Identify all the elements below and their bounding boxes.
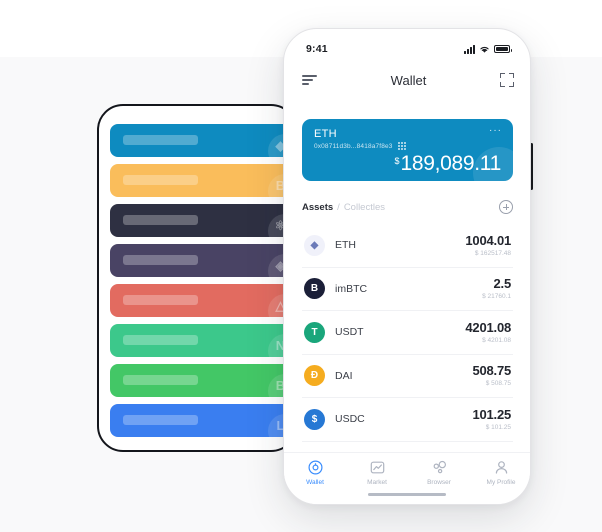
usdc-icon: $ bbox=[304, 408, 325, 430]
stack-card[interactable]: B bbox=[110, 364, 295, 397]
status-time: 9:41 bbox=[306, 43, 328, 55]
asset-fiat-value: $ 4201.08 bbox=[482, 336, 511, 344]
stack-card-placeholder-bar bbox=[123, 335, 198, 345]
balance-row: $ 189,089.11 bbox=[394, 153, 501, 174]
qr-code-icon[interactable] bbox=[397, 142, 406, 150]
card-address: 0x08711d3b...8418a7f8e3 bbox=[314, 142, 393, 150]
asset-symbol: imBTC bbox=[335, 282, 368, 295]
asset-symbol: USDC bbox=[335, 413, 365, 426]
status-icons bbox=[464, 44, 512, 54]
asset-fiat-value: $ 21760.1 bbox=[482, 293, 511, 301]
menu-icon[interactable] bbox=[302, 75, 317, 85]
cellular-signal-icon bbox=[464, 44, 475, 54]
stack-card-placeholder-bar bbox=[123, 375, 198, 385]
stack-card[interactable]: L bbox=[110, 404, 295, 437]
balance-currency: $ bbox=[394, 156, 400, 166]
asset-fiat-value: $ 162517.48 bbox=[474, 249, 511, 257]
browser-icon bbox=[432, 460, 447, 475]
asset-fiat-value: $ 508.75 bbox=[485, 380, 511, 388]
status-bar: 9:41 bbox=[284, 39, 530, 59]
tab-separator: / bbox=[337, 201, 340, 213]
asset-row[interactable]: ◆ ETH 1004.01 $ 162517.48 bbox=[302, 224, 513, 268]
balance-amount: 189,089.11 bbox=[400, 152, 501, 175]
asset-values: 4201.08 $ 4201.08 bbox=[465, 319, 511, 344]
scan-icon[interactable] bbox=[499, 73, 514, 87]
tab-label: Wallet bbox=[306, 479, 324, 486]
stack-card-placeholder-bar bbox=[123, 415, 198, 425]
asset-symbol: DAI bbox=[335, 369, 353, 382]
asset-symbol: ETH bbox=[335, 239, 356, 252]
stack-card[interactable]: ◆ bbox=[110, 124, 295, 157]
tab-label: Market bbox=[367, 479, 387, 486]
card-stack: ◆ B ⚛ ◈ △ N B L bbox=[110, 124, 295, 437]
asset-values: 2.5 $ 21760.1 bbox=[482, 276, 512, 301]
asset-amount: 101.25 bbox=[472, 406, 511, 422]
asset-values: 101.25 $ 101.25 bbox=[472, 406, 511, 431]
market-icon bbox=[370, 460, 385, 475]
stack-card[interactable]: ⚛ bbox=[110, 204, 295, 237]
plus-circle-icon[interactable] bbox=[499, 200, 513, 214]
asset-list[interactable]: ◆ ETH 1004.01 $ 162517.48 BimBTC 2.5 $ 21760.1… bbox=[302, 224, 513, 479]
asset-amount: 1004.01 bbox=[465, 232, 511, 248]
tab-market[interactable]: Market bbox=[346, 460, 408, 486]
asset-values: 508.75 $ 508.75 bbox=[472, 363, 511, 388]
bottom-tab-bar: Wallet Market Browser My Profile bbox=[284, 452, 530, 504]
tab-browser[interactable]: Browser bbox=[408, 460, 470, 486]
asset-row[interactable]: BimBTC 2.5 $ 21760.1 bbox=[302, 268, 513, 311]
imbtc-icon: B bbox=[304, 278, 325, 300]
stack-card-placeholder-bar bbox=[123, 135, 198, 145]
page-title: Wallet bbox=[390, 72, 427, 88]
asset-symbol: USDT bbox=[335, 326, 364, 339]
nav-bar: Wallet bbox=[284, 65, 530, 95]
eth-icon: ◆ bbox=[304, 234, 325, 256]
home-indicator bbox=[368, 492, 446, 496]
stack-card[interactable]: △ bbox=[110, 284, 295, 317]
stack-card[interactable]: N bbox=[110, 324, 295, 357]
tab-assets[interactable]: Assets bbox=[302, 202, 333, 213]
asset-row[interactable]: T USDT 4201.08 $ 4201.08 bbox=[302, 311, 513, 355]
stack-card-placeholder-bar bbox=[123, 255, 198, 265]
balance-card[interactable]: ··· ETH 0x08711d3b...8418a7f8e3 $ 189,08… bbox=[302, 119, 513, 181]
assets-tab-row: Assets / Collectles bbox=[302, 197, 513, 217]
phone-frame: 9:41 Wallet ··· ETH 0x08711d3b...8418a7f… bbox=[283, 28, 531, 505]
wallet-icon bbox=[307, 460, 323, 475]
dai-icon: Đ bbox=[304, 365, 325, 387]
screenshot-stage: ◆ B ⚛ ◈ △ N B L 9:41 Wallet ··· ETH 0x08… bbox=[0, 0, 602, 532]
outline-phone-frame: ◆ B ⚛ ◈ △ N B L bbox=[97, 104, 297, 452]
asset-values: 1004.01 $ 162517.48 bbox=[465, 232, 511, 257]
profile-icon bbox=[494, 460, 509, 475]
stack-card-placeholder-bar bbox=[123, 295, 198, 305]
stack-card[interactable]: B bbox=[110, 164, 295, 197]
asset-amount: 2.5 bbox=[493, 276, 512, 292]
usdt-icon: T bbox=[304, 321, 325, 343]
card-address-row[interactable]: 0x08711d3b...8418a7f8e3 bbox=[314, 142, 501, 150]
tab-label: Browser bbox=[427, 479, 451, 486]
stack-card-placeholder-bar bbox=[123, 215, 198, 225]
stack-card-placeholder-bar bbox=[123, 175, 198, 185]
wifi-icon bbox=[480, 46, 489, 53]
asset-amount: 4201.08 bbox=[465, 319, 511, 335]
asset-amount: 508.75 bbox=[472, 363, 511, 379]
asset-fiat-value: $ 101.25 bbox=[485, 423, 511, 431]
tab-wallet[interactable]: Wallet bbox=[284, 460, 346, 486]
tab-label: My Profile bbox=[486, 479, 516, 486]
card-symbol: ETH bbox=[314, 128, 337, 140]
battery-icon bbox=[494, 45, 512, 53]
tab-collectibles[interactable]: Collectles bbox=[344, 202, 385, 213]
asset-row[interactable]: Đ DAI 508.75 $ 508.75 bbox=[302, 355, 513, 398]
stack-card[interactable]: ◈ bbox=[110, 244, 295, 277]
asset-row[interactable]: $ USDC 101.25 $ 101.25 bbox=[302, 398, 513, 442]
tab-my-profile[interactable]: My Profile bbox=[470, 460, 530, 486]
card-more-button[interactable]: ··· bbox=[489, 126, 502, 136]
